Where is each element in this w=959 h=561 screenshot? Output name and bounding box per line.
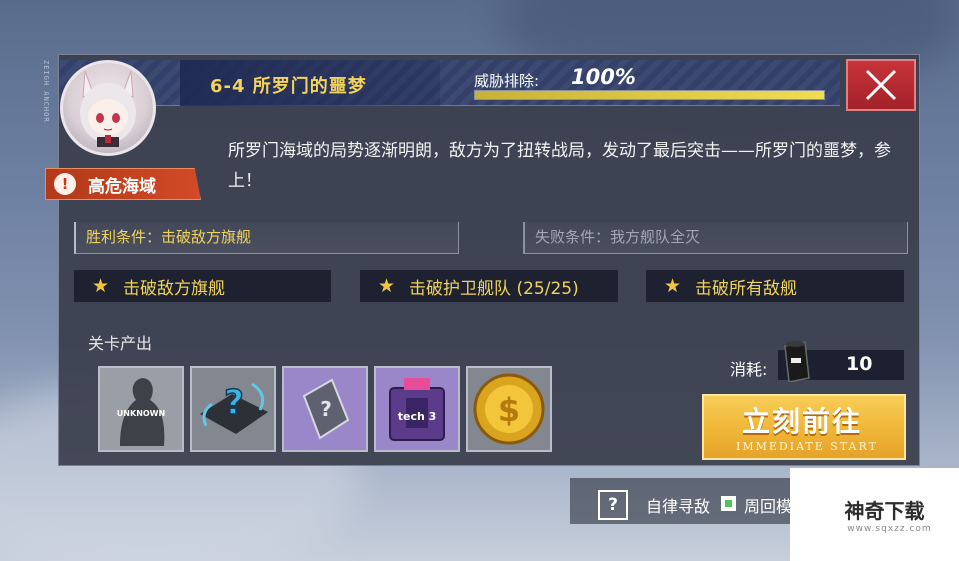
- threat-value: 100%: [571, 65, 636, 89]
- help-icon[interactable]: ?: [598, 490, 628, 520]
- drop-item-unknown[interactable]: UNKNOWN: [98, 366, 184, 452]
- unknown-silhouette-icon: UNKNOWN: [100, 368, 182, 450]
- watermark-url: www.sqxzz.com: [847, 524, 932, 534]
- consume-label: 消耗:: [730, 360, 768, 379]
- fail-condition: 失败条件：我方舰队全灭: [523, 222, 908, 254]
- mystery-cube-icon: ?: [284, 368, 366, 450]
- mystery-blueprint-icon: ?: [192, 368, 274, 450]
- oil-barrel-icon: [784, 341, 810, 382]
- objective-label: 击破敌方旗舰: [123, 278, 226, 299]
- start-button-sublabel: IMMEDIATE START: [736, 440, 878, 453]
- objective-3: ★ 击破所有敌舰: [646, 270, 904, 302]
- win-condition: 胜利条件：击破敌方旗舰: [74, 222, 459, 254]
- threat-label: 威胁排除:: [474, 72, 540, 90]
- drop-item-coin[interactable]: $: [466, 366, 552, 452]
- coin-symbol: $: [498, 391, 520, 429]
- question-mark: ?: [320, 397, 332, 421]
- auto-search-label: 自律寻敌: [646, 497, 711, 516]
- star-icon: ★: [664, 275, 682, 297]
- start-button-label: 立刻前往: [742, 405, 863, 438]
- alert-icon: !: [54, 173, 76, 195]
- drops-title: 关卡产出: [88, 334, 153, 353]
- watermark-title: 神奇下载: [844, 499, 925, 523]
- danger-zone-label: 高危海域: [88, 176, 156, 197]
- start-button[interactable]: 立刻前往 IMMEDIATE START: [702, 394, 906, 460]
- threat-progress-bar: [474, 90, 825, 100]
- stage-description: 所罗门海域的局势逐渐明朗，敌方为了扭转战局，发动了最后突击——所罗门的噩梦，参上…: [228, 141, 891, 191]
- drop-item-tech-box[interactable]: tech 3: [374, 366, 460, 452]
- close-button[interactable]: [846, 59, 916, 111]
- star-icon: ★: [378, 275, 396, 297]
- side-rail-text: ZEIGH ANCHOR: [42, 60, 50, 123]
- consume-value: 10: [846, 353, 873, 375]
- threat-progress-fill: [475, 91, 824, 99]
- question-mark: ?: [224, 383, 244, 423]
- objective-label: 击破护卫舰队 (25/25): [409, 278, 579, 299]
- commander-avatar: [60, 60, 156, 156]
- stage-title: 6-4 所罗门的噩梦: [210, 76, 367, 97]
- unknown-label: UNKNOWN: [117, 409, 165, 418]
- tech-box-label: tech 3: [398, 410, 437, 423]
- drop-item-mystery-cube[interactable]: ?: [282, 366, 368, 452]
- star-icon: ★: [92, 275, 110, 297]
- watermark: 神奇下载 www.sqxzz.com: [790, 468, 959, 561]
- objective-2: ★ 击破护卫舰队 (25/25): [360, 270, 618, 302]
- objective-1: ★ 击破敌方旗舰: [74, 270, 331, 302]
- drop-item-mystery-blueprint[interactable]: ?: [190, 366, 276, 452]
- gold-coin-icon: $: [468, 368, 550, 450]
- chibi-character-icon: [80, 70, 136, 147]
- close-icon: [865, 69, 897, 101]
- danger-zone-badge: ! 高危海域: [45, 168, 201, 200]
- tech-box-icon: tech 3: [376, 368, 458, 450]
- auto-search-checkbox[interactable]: [721, 496, 736, 511]
- objective-label: 击破所有敌舰: [695, 278, 798, 299]
